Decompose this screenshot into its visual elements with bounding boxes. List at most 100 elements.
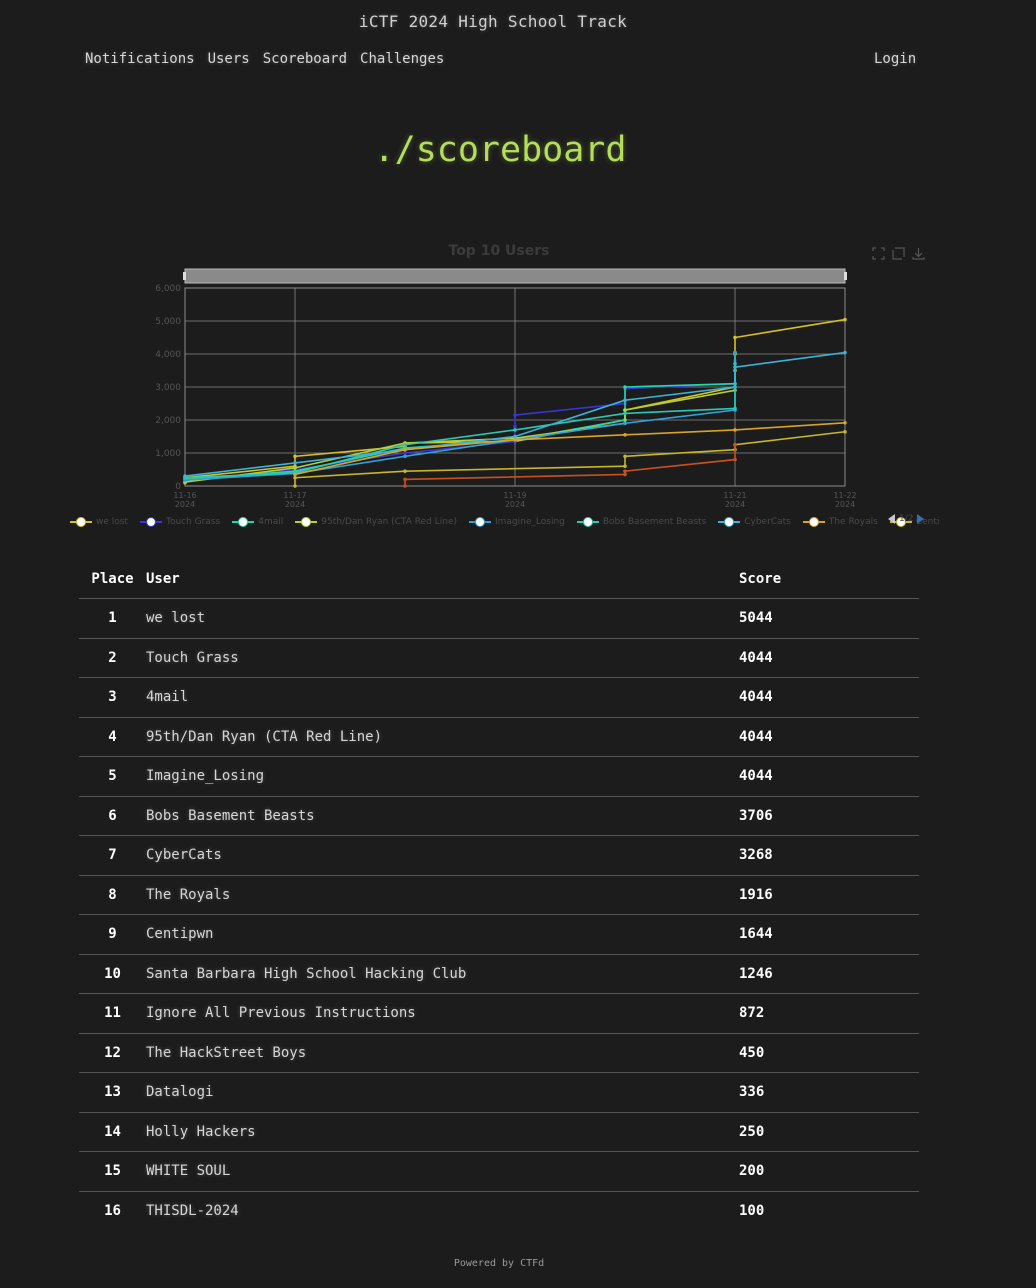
- user-link[interactable]: CyberCats: [146, 847, 222, 863]
- series-line: [404, 444, 736, 486]
- row-place: 13: [79, 1072, 146, 1113]
- row-user: Imagine_Losing: [146, 756, 739, 797]
- legend-item[interactable]: Bobs Basement Beasts: [576, 514, 707, 530]
- x-tick-label: 11-21: [723, 491, 746, 500]
- table-row: 12 The HackStreet Boys 450: [79, 1033, 919, 1073]
- legend-item[interactable]: Touch Grass: [139, 514, 221, 530]
- user-link[interactable]: The HackStreet Boys: [146, 1045, 306, 1061]
- user-link[interactable]: WHITE SOUL: [146, 1163, 230, 1179]
- series-point: [513, 428, 517, 432]
- chart-toolbox: [872, 245, 925, 260]
- series-point: [733, 350, 737, 355]
- legend-pager: 1/2: [888, 514, 925, 524]
- row-place: 7: [79, 835, 146, 876]
- legend-symbol-icon: [295, 516, 318, 528]
- legend-symbol-icon: [232, 516, 255, 528]
- series-point: [733, 335, 737, 340]
- chart-legend: we lost Touch Grass 4mail 95th/Dan Ryan (CT…: [70, 514, 940, 530]
- nav-scoreboard[interactable]: Scoreboard: [263, 51, 347, 67]
- table-header-row: Place User Score: [79, 560, 919, 599]
- user-link[interactable]: we lost: [146, 610, 205, 626]
- legend-item[interactable]: CyberCats: [718, 514, 791, 530]
- row-place: 15: [79, 1151, 146, 1192]
- legend-item[interactable]: 4mail: [232, 514, 283, 530]
- legend-next-icon[interactable]: [917, 514, 925, 524]
- user-link[interactable]: Ignore All Previous Instructions: [146, 1005, 416, 1021]
- x-tick-label: 11-17: [283, 491, 306, 500]
- user-link[interactable]: The Royals: [146, 887, 230, 903]
- series-point: [183, 474, 187, 478]
- powered-by-link[interactable]: Powered by CTFd: [454, 1258, 544, 1269]
- series-point: [623, 469, 627, 473]
- legend-label: 95th/Dan Ryan (CTA Red Line): [321, 517, 457, 527]
- row-user: Ignore All Previous Instructions: [146, 993, 739, 1034]
- zoom-icon[interactable]: [872, 245, 885, 260]
- site-title[interactable]: iCTF 2024 High School Track: [0, 12, 986, 31]
- series-point: [623, 454, 627, 459]
- table-row: 2 Touch Grass 4044: [79, 638, 919, 678]
- x-tick-label: 2024: [505, 500, 525, 509]
- legend-symbol-icon: [718, 516, 741, 528]
- user-link[interactable]: 4mail: [146, 689, 188, 705]
- series-line: [184, 352, 736, 481]
- row-place: 14: [79, 1112, 146, 1152]
- series-point: [623, 385, 627, 389]
- row-place: 10: [79, 954, 146, 994]
- legend-symbol-icon: [576, 516, 599, 528]
- user-link[interactable]: THISDL-2024: [146, 1203, 239, 1219]
- download-icon[interactable]: [912, 245, 925, 260]
- row-user: Santa Barbara High School Hacking Club: [146, 954, 739, 994]
- y-tick-label: 1,000: [155, 449, 181, 459]
- page-title: ./scoreboard: [373, 130, 627, 170]
- nav-challenges[interactable]: Challenges: [360, 51, 444, 67]
- series-point: [623, 421, 627, 426]
- user-link[interactable]: Bobs Basement Beasts: [146, 808, 315, 824]
- legend-symbol-icon: [139, 516, 162, 528]
- login-link[interactable]: Login: [874, 51, 916, 67]
- user-link[interactable]: Touch Grass: [146, 650, 239, 666]
- legend-label: Touch Grass: [165, 517, 221, 527]
- row-score: 1644: [739, 914, 919, 955]
- header-place: Place: [79, 560, 146, 599]
- table-row: 10 Santa Barbara High School Hacking Club…: [79, 954, 919, 994]
- legend-item[interactable]: we lost: [70, 514, 128, 530]
- legend-label: Bobs Basement Beasts: [602, 517, 707, 527]
- legend-item[interactable]: 95th/Dan Ryan (CTA Red Line): [295, 514, 457, 530]
- user-link[interactable]: 95th/Dan Ryan (CTA Red Line): [146, 729, 382, 745]
- series-point: [623, 464, 627, 468]
- nav-users[interactable]: Users: [208, 51, 250, 67]
- legend-prev-icon[interactable]: [888, 514, 895, 524]
- series-point: [293, 466, 297, 470]
- series-point: [843, 429, 847, 434]
- row-user: 95th/Dan Ryan (CTA Red Line): [146, 717, 739, 757]
- row-place: 5: [79, 756, 146, 797]
- x-tick-label: 11-22: [833, 491, 856, 500]
- legend-label: we lost: [96, 517, 128, 527]
- legend-item[interactable]: The Royals: [802, 514, 878, 530]
- series-point: [733, 406, 737, 411]
- nav-notifications[interactable]: Notifications: [85, 51, 195, 67]
- row-user: THISDL-2024: [146, 1191, 739, 1230]
- row-score: 1916: [739, 875, 919, 915]
- user-link[interactable]: Centipwn: [146, 926, 213, 942]
- legend-item[interactable]: Imagine_Losing: [469, 514, 565, 530]
- row-place: 11: [79, 993, 146, 1034]
- zoom-reset-icon[interactable]: [892, 245, 905, 260]
- table-row: 8 The Royals 1916: [79, 875, 919, 915]
- series-point: [293, 461, 297, 465]
- user-link[interactable]: Santa Barbara High School Hacking Club: [146, 966, 466, 982]
- table-row: 7 CyberCats 3268: [79, 835, 919, 876]
- user-link[interactable]: Datalogi: [146, 1084, 213, 1100]
- y-tick-label: 2,000: [155, 416, 181, 426]
- series-point: [403, 454, 407, 459]
- table-row: 13 Datalogi 336: [79, 1072, 919, 1113]
- user-link[interactable]: Imagine_Losing: [146, 768, 264, 784]
- legend-label: The Royals: [828, 517, 878, 527]
- row-score: 4044: [739, 756, 919, 797]
- series-point: [623, 433, 627, 437]
- table-row: 5 Imagine_Losing 4044: [79, 756, 919, 797]
- user-link[interactable]: Holly Hackers: [146, 1124, 256, 1140]
- series-line: [184, 352, 736, 481]
- series-point: [733, 428, 737, 432]
- zoom-slider: [184, 268, 846, 284]
